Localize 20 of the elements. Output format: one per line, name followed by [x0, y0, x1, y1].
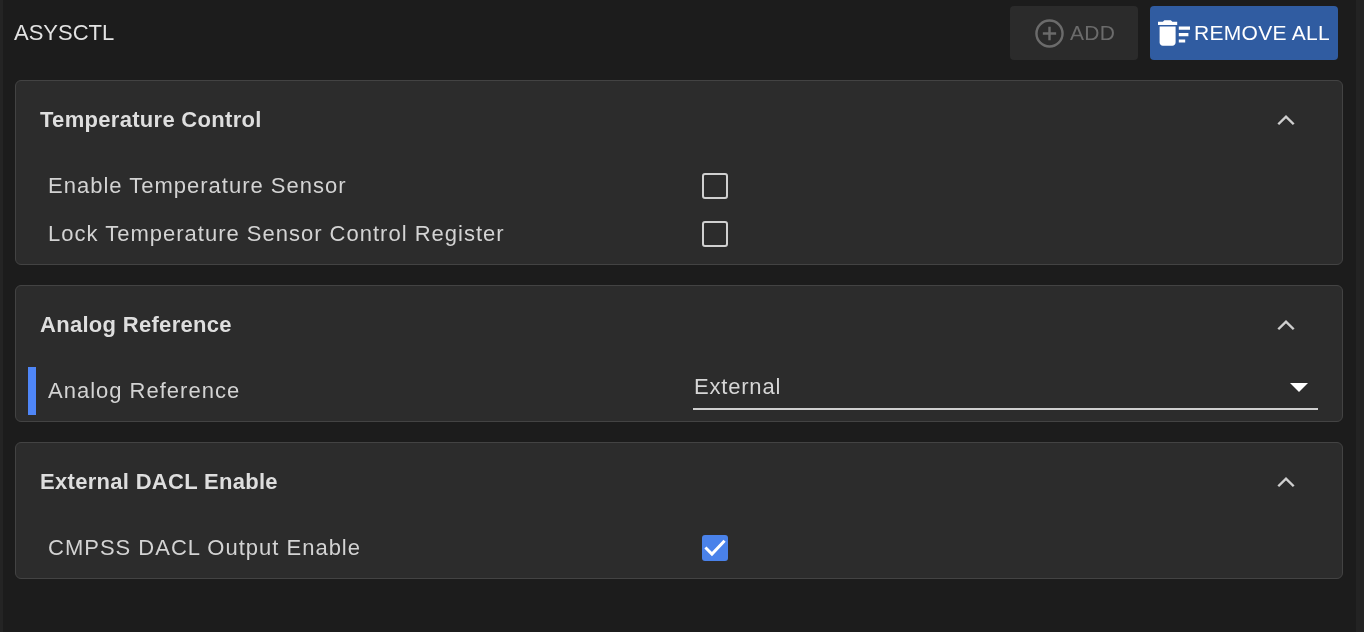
field-label: CMPSS DACL Output Enable [48, 535, 362, 561]
select-field[interactable]: External [693, 367, 1318, 410]
add-circle-icon [1034, 18, 1064, 48]
trash-icon [1157, 19, 1190, 47]
panel-title: ASYSCTL [14, 20, 115, 46]
chevron-up-icon[interactable] [1277, 114, 1295, 126]
checkbox[interactable] [702, 535, 728, 561]
field-label: Analog Reference [48, 378, 242, 404]
section-title: Analog Reference [40, 312, 232, 338]
field-label: Enable Temperature Sensor [48, 173, 348, 199]
check-icon [704, 537, 726, 559]
chevron-up-icon[interactable] [1277, 319, 1295, 331]
remove-all-button[interactable]: REMOVE ALL [1149, 6, 1338, 60]
field-label: Lock Temperature Sensor Control Register [48, 221, 506, 247]
caret-icon [1290, 382, 1308, 392]
checkbox[interactable] [702, 173, 728, 199]
chevron-up-icon[interactable] [1277, 476, 1295, 488]
section-title: External DACL Enable [40, 469, 278, 495]
section-title: Temperature Control [40, 107, 262, 133]
checkbox[interactable] [702, 221, 728, 247]
